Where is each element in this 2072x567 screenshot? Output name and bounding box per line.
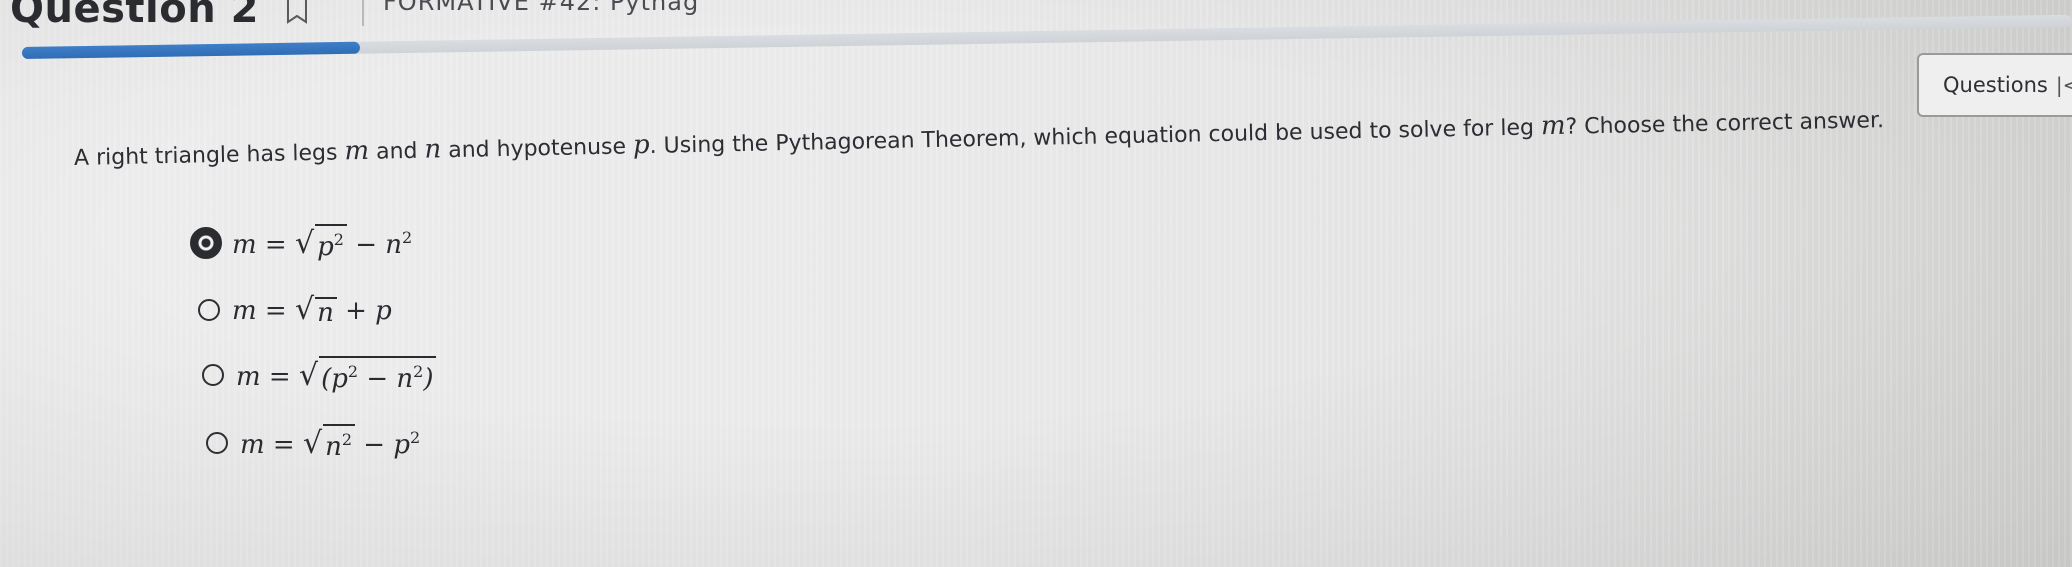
exponent: 2 bbox=[413, 362, 424, 381]
radicand-tail: − n bbox=[358, 364, 414, 394]
radicand: p2 bbox=[315, 224, 347, 261]
exponent: 2 bbox=[347, 362, 359, 381]
radicand-end: ) bbox=[423, 364, 434, 394]
exponent: 2 bbox=[402, 228, 413, 247]
exponent: 2 bbox=[333, 230, 344, 249]
prompt-variable: n bbox=[424, 134, 442, 165]
prompt-variable: m bbox=[1540, 110, 1566, 142]
equation-lhs: m = bbox=[236, 362, 299, 392]
question-title: Question 2 bbox=[10, 0, 259, 32]
radio-selected-icon[interactable] bbox=[190, 226, 222, 259]
questions-button-label: Questions bbox=[1943, 73, 2048, 97]
radicand: n2 bbox=[323, 424, 356, 462]
assignment-title: FORMATIVE #42: Pythag bbox=[383, 0, 700, 16]
radio-unselected-icon[interactable] bbox=[206, 431, 228, 454]
answer-option-b[interactable]: m = √ n + p bbox=[198, 292, 392, 327]
radio-unselected-icon[interactable] bbox=[198, 298, 220, 321]
radicand: n bbox=[315, 297, 337, 327]
equation-lhs: m = bbox=[232, 296, 295, 326]
equation: m = √ n2 − p2 bbox=[240, 424, 420, 461]
radical-icon: √ bbox=[302, 426, 323, 461]
header-divider bbox=[362, 0, 364, 26]
square-root: √ n bbox=[295, 292, 337, 327]
radical-icon: √ bbox=[294, 226, 315, 261]
answer-option-c[interactable]: m = √ (p2 − n2) bbox=[202, 356, 437, 393]
radicand-base: n bbox=[317, 298, 334, 328]
question-prompt: A right triangle has legs m and n and hy… bbox=[74, 104, 1885, 172]
equation-tail: + p bbox=[336, 296, 392, 326]
equation-lhs: m = bbox=[240, 430, 303, 460]
answer-option-a[interactable]: m = √ p2 − n2 bbox=[190, 224, 412, 261]
square-root: √ n2 bbox=[302, 424, 356, 462]
radical-icon: √ bbox=[298, 358, 319, 393]
questions-button[interactable]: Questions |< bbox=[1917, 53, 2072, 117]
collapse-icon: |< bbox=[2055, 73, 2072, 97]
radicand-base: p bbox=[317, 232, 334, 262]
radicand-base: (p bbox=[321, 364, 348, 394]
prompt-text: ? Choose the correct answer. bbox=[1565, 108, 1885, 140]
square-root: √ p2 bbox=[295, 224, 347, 261]
radio-unselected-icon[interactable] bbox=[202, 363, 224, 386]
exponent: 2 bbox=[341, 430, 353, 449]
equation-tail: − n bbox=[346, 230, 402, 260]
equation: m = √ p2 − n2 bbox=[232, 224, 412, 261]
radicand-base: n bbox=[325, 432, 342, 462]
prompt-text: A right triangle has legs bbox=[73, 140, 345, 171]
equation: m = √ n + p bbox=[232, 292, 392, 327]
equation-lhs: m = bbox=[232, 230, 295, 260]
prompt-text: and hypotenuse bbox=[440, 134, 634, 164]
prompt-variable: p bbox=[632, 129, 650, 161]
radical-icon: √ bbox=[294, 292, 315, 327]
bookmark-icon[interactable] bbox=[286, 0, 308, 24]
prompt-variable: m bbox=[344, 135, 370, 167]
square-root: √ (p2 − n2) bbox=[299, 356, 437, 393]
prompt-text: . Using the Pythagorean Theorem, which e… bbox=[649, 115, 1542, 159]
exponent: 2 bbox=[410, 428, 421, 447]
radicand: (p2 − n2) bbox=[319, 356, 437, 394]
equation: m = √ (p2 − n2) bbox=[236, 356, 437, 393]
prompt-text: and bbox=[368, 138, 425, 165]
equation-tail: − p bbox=[355, 430, 410, 460]
progress-bar-fill bbox=[21, 41, 361, 59]
answer-option-d[interactable]: m = √ n2 − p2 bbox=[206, 424, 420, 461]
